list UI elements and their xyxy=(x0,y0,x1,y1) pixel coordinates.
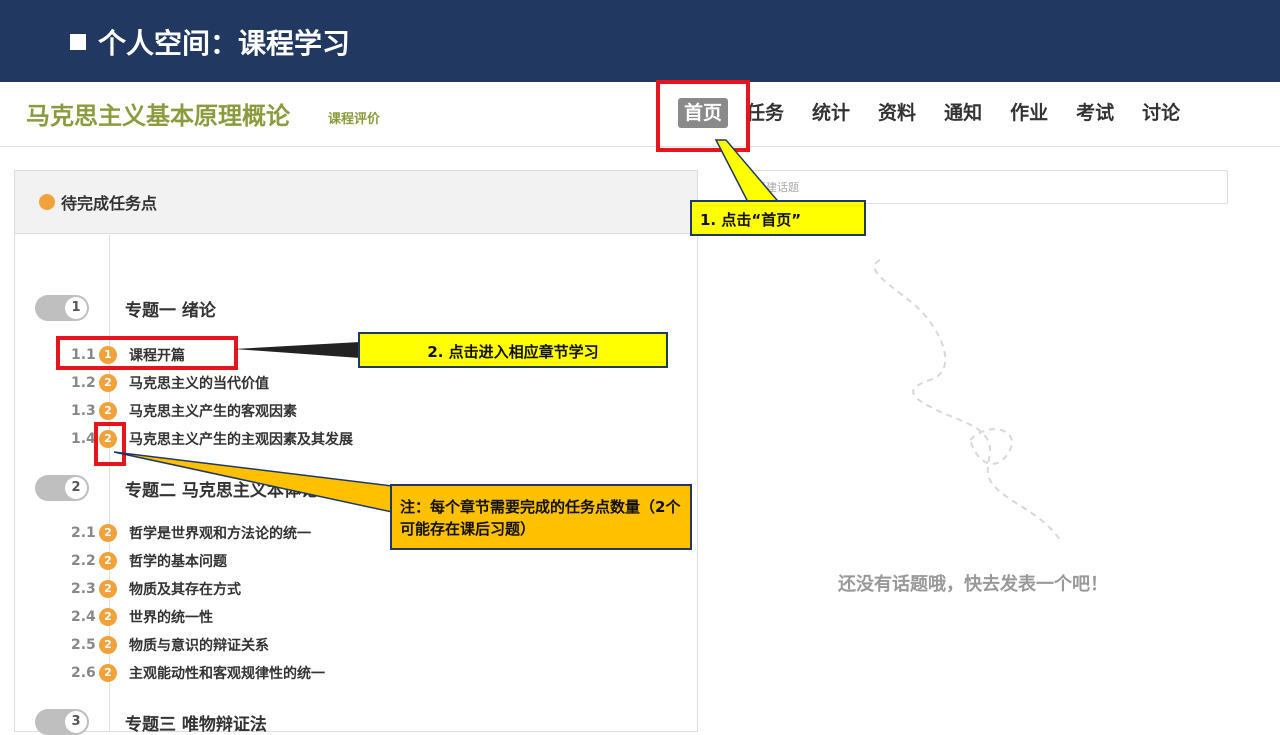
callout-home: 1. 点击“首页” xyxy=(690,200,866,236)
pointer-home xyxy=(714,139,784,207)
callout-chapter: 2. 点击进入相应章节学习 xyxy=(358,332,668,368)
callout-note: 注：每个章节需要完成的任务点数量（2个可能存在课后习题） xyxy=(390,484,692,550)
pointer-chapter xyxy=(234,342,360,358)
pointer-note xyxy=(113,451,393,513)
